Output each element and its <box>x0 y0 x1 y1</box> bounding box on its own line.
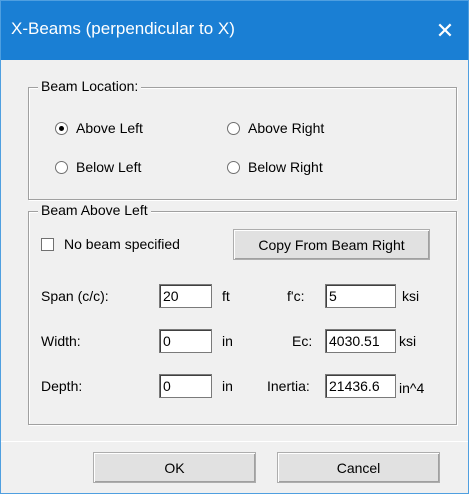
depth-label: Depth: <box>41 378 83 394</box>
inertia-input[interactable]: 21436.6 <box>325 374 396 398</box>
radio-dot-icon <box>227 160 240 174</box>
inertia-label: Inertia: <box>267 378 310 394</box>
close-icon[interactable]: ✕ <box>422 1 468 60</box>
window-title: X-Beams (perpendicular to X) <box>11 19 235 38</box>
span-input[interactable]: 20 <box>159 284 212 308</box>
ok-button[interactable]: OK <box>93 452 256 483</box>
radio-label: Below Left <box>76 159 142 175</box>
dialog-window: X-Beams (perpendicular to X) ✕ Beam Loca… <box>0 0 469 494</box>
fc-label: f'c: <box>287 288 305 304</box>
depth-unit: in <box>222 378 233 394</box>
span-unit: ft <box>222 288 230 304</box>
radio-above-left[interactable]: Above Left <box>55 120 143 136</box>
ec-unit: ksi <box>399 333 417 349</box>
footer-divider <box>1 441 468 442</box>
ec-label: Ec: <box>292 333 313 349</box>
depth-input[interactable]: 0 <box>159 374 212 398</box>
radio-dot-icon <box>55 160 68 174</box>
radio-below-right[interactable]: Below Right <box>227 159 323 175</box>
width-unit: in <box>222 333 233 349</box>
no-beam-checkbox[interactable]: No beam specified <box>41 236 180 252</box>
beam-location-legend: Beam Location: <box>38 78 142 94</box>
radio-label: Below Right <box>248 159 323 175</box>
beam-properties-group: Beam Above Left No beam specified Copy F… <box>28 202 457 425</box>
ec-input[interactable]: 4030.51 <box>325 329 396 353</box>
beam-location-group: Beam Location: Above Left Above Right Be… <box>28 78 457 200</box>
radio-below-left[interactable]: Below Left <box>55 159 141 175</box>
no-beam-label: No beam specified <box>64 236 180 252</box>
width-input[interactable]: 0 <box>159 329 212 353</box>
inertia-unit: in^4 <box>399 380 425 396</box>
cancel-button[interactable]: Cancel <box>277 452 440 483</box>
checkbox-box-icon <box>41 237 54 251</box>
radio-dot-icon <box>227 121 240 135</box>
copy-from-beam-right-button[interactable]: Copy From Beam Right <box>233 229 430 260</box>
fc-input[interactable]: 5 <box>325 284 396 308</box>
fc-unit: ksi <box>402 288 420 304</box>
title-bar[interactable]: X-Beams (perpendicular to X) ✕ <box>1 1 468 60</box>
radio-above-right[interactable]: Above Right <box>227 120 324 136</box>
radio-label: Above Right <box>248 120 325 136</box>
span-label: Span (c/c): <box>41 288 109 304</box>
radio-dot-icon <box>55 121 68 135</box>
radio-label: Above Left <box>76 120 143 136</box>
width-label: Width: <box>41 333 81 349</box>
beam-properties-legend: Beam Above Left <box>38 202 151 218</box>
